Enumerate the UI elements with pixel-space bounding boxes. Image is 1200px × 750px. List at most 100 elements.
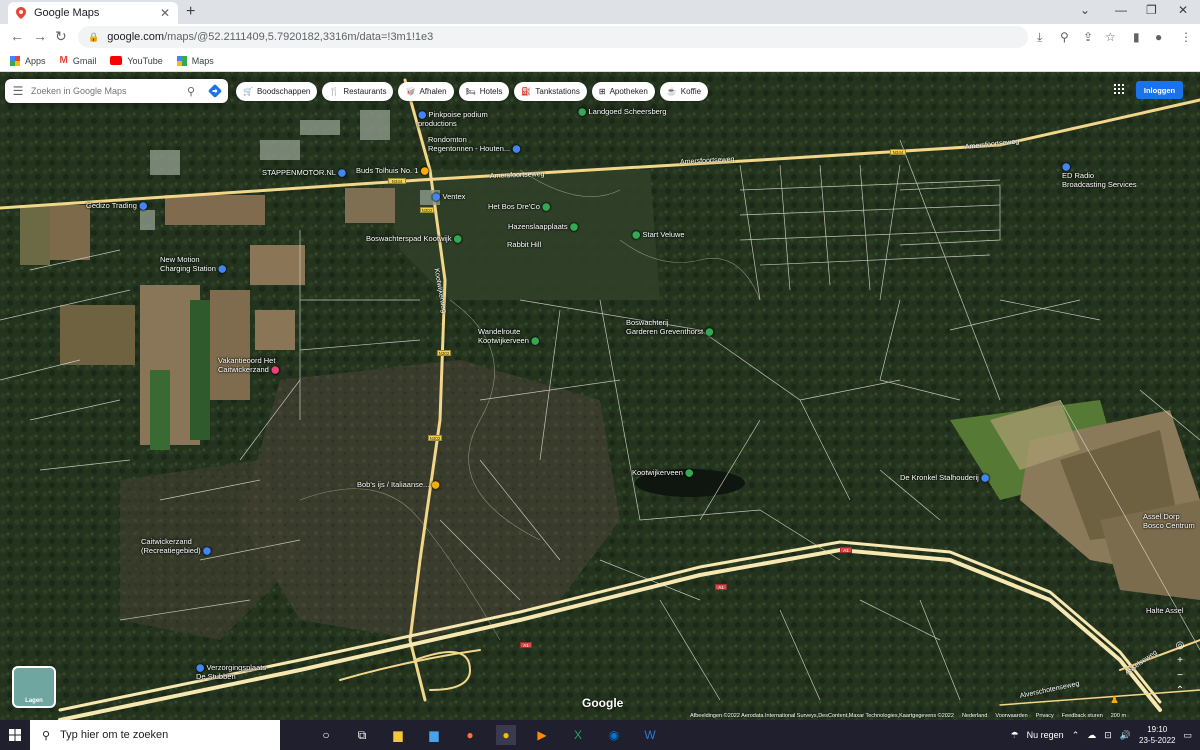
- maps-search-box[interactable]: ☰ ⚲: [5, 79, 228, 103]
- volume-icon[interactable]: 🔊: [1120, 730, 1131, 741]
- location-icon[interactable]: ◎: [1176, 640, 1185, 651]
- chip-boodschappen[interactable]: 🛒 Boodschappen: [236, 82, 318, 101]
- bookmark-maps[interactable]: Maps: [176, 55, 214, 66]
- file-explorer-icon[interactable]: ▆: [388, 725, 408, 745]
- place-label[interactable]: ⬤ Ventex: [432, 192, 465, 201]
- place-label[interactable]: Het Bos Dre'Co ⬤: [488, 202, 550, 211]
- install-icon[interactable]: ⤓: [1037, 30, 1042, 45]
- firefox-icon[interactable]: ●: [460, 725, 480, 745]
- weather-icon[interactable]: ☂: [1011, 730, 1019, 741]
- notifications-icon[interactable]: ▭: [1183, 730, 1192, 741]
- address-bar[interactable]: 🔒 google.com/maps/@52.2111409,5.7920182,…: [78, 26, 1028, 48]
- word-icon[interactable]: W: [640, 725, 660, 745]
- zoom-out-icon[interactable]: −: [1177, 670, 1183, 681]
- road-shield: A1: [715, 584, 727, 590]
- place-label[interactable]: Boswachterspad Kootwijk ⬤: [366, 234, 462, 243]
- chrome-icon[interactable]: ●: [496, 725, 516, 745]
- map-imagery: [0, 72, 1200, 720]
- bookmark-apps[interactable]: Apps: [10, 55, 46, 66]
- place-label[interactable]: Vakantieoord Het Caitwickerzand ⬤: [218, 356, 279, 374]
- browser-tab-strip: Google Maps ✕ + ⌄ — ❐ ✕: [0, 0, 1200, 24]
- chip-afhalen[interactable]: 🥡 Afhalen: [398, 82, 454, 101]
- reload-icon[interactable]: ↻: [55, 28, 67, 45]
- zoom-in-icon[interactable]: +: [1177, 655, 1183, 666]
- layers-toggle[interactable]: Lagen: [12, 666, 56, 708]
- place-label[interactable]: Boswachterij Garderen Greventhorst ⬤: [626, 318, 714, 336]
- minimize-icon[interactable]: —: [1115, 3, 1127, 17]
- search-icon: ⚲: [42, 729, 51, 742]
- place-label[interactable]: Rondomton Regentonnen - Houten... ⬤: [428, 135, 521, 153]
- maps-search-input[interactable]: [31, 86, 180, 96]
- pegman-icon[interactable]: ♟: [1110, 695, 1119, 706]
- directions-icon[interactable]: [202, 79, 228, 103]
- place-pin-icon: ⬤: [432, 192, 443, 201]
- place-label[interactable]: Wandelroute Kootwijkerveen ⬤: [478, 327, 539, 345]
- clock[interactable]: 19:10 23-5-2022: [1139, 724, 1175, 746]
- restaurant-pin-icon: ⬤: [418, 166, 429, 175]
- zoom-icon[interactable]: ⚲: [1060, 30, 1069, 44]
- close-tab-icon[interactable]: ✕: [160, 6, 170, 20]
- hamburger-menu-icon[interactable]: ☰: [5, 84, 31, 98]
- pharmacy-icon: ⊞: [598, 87, 606, 96]
- chevron-down-icon[interactable]: ⌄: [1080, 3, 1090, 17]
- excel-icon[interactable]: X: [568, 725, 588, 745]
- coffee-icon: ☕: [666, 87, 677, 96]
- browser-tab[interactable]: Google Maps ✕: [8, 2, 178, 24]
- start-button[interactable]: [0, 729, 30, 741]
- close-window-icon[interactable]: ✕: [1178, 3, 1188, 17]
- place-label[interactable]: New Motion Charging Station ⬤: [160, 255, 226, 273]
- kebab-menu-icon[interactable]: ⋮: [1180, 30, 1192, 44]
- youtube-icon: [110, 56, 123, 65]
- profile-icon[interactable]: ●: [1155, 30, 1162, 44]
- restore-icon[interactable]: ❐: [1146, 3, 1157, 17]
- chip-restaurants[interactable]: 🍴 Restaurants: [322, 82, 394, 101]
- outlook-icon[interactable]: ◉: [604, 725, 624, 745]
- bookmark-youtube[interactable]: YouTube: [110, 56, 163, 66]
- search-icon[interactable]: ⚲: [180, 85, 202, 98]
- star-icon[interactable]: ☆: [1105, 30, 1116, 44]
- back-icon[interactable]: ←: [10, 28, 24, 44]
- sidepanel-icon[interactable]: ▮: [1133, 30, 1140, 44]
- onedrive-icon[interactable]: ☁: [1087, 730, 1096, 741]
- forward-icon[interactable]: →: [33, 28, 47, 44]
- chip-hotels[interactable]: 🛏 Hotels: [458, 82, 510, 101]
- place-label[interactable]: Assel Dorp Bosco Centrum: [1143, 512, 1195, 530]
- chevron-up-icon[interactable]: ⌃: [1072, 730, 1080, 741]
- place-label[interactable]: ⬤ Start Veluwe: [632, 230, 685, 239]
- cortana-icon[interactable]: ○: [316, 725, 336, 745]
- mail-icon[interactable]: ▆: [424, 725, 444, 745]
- system-tray: ☂ Nu regen ⌃ ☁ ⊡ 🔊 19:10 23-5-2022 ▭: [1011, 720, 1192, 750]
- place-label[interactable]: STAPPENMOTOR.NL ⬤: [262, 168, 346, 177]
- place-label[interactable]: Hazenslaapplaats ⬤: [508, 222, 578, 231]
- new-tab-button[interactable]: +: [186, 3, 195, 21]
- bookmark-gmail[interactable]: M Gmail: [60, 55, 97, 66]
- url-host: google.com: [107, 31, 165, 43]
- network-icon[interactable]: ⊡: [1104, 730, 1112, 741]
- place-label[interactable]: Kootwijkerveen ⬤: [632, 468, 693, 477]
- place-label[interactable]: Buds Tolhuis No. 1 ⬤: [356, 166, 429, 175]
- place-label[interactable]: Rabbit Hill: [507, 240, 541, 249]
- road-shield: N302: [428, 435, 442, 441]
- task-view-icon[interactable]: ⧉: [352, 725, 372, 745]
- place-label[interactable]: Halte Assel: [1146, 606, 1184, 615]
- media-player-icon[interactable]: ▶: [532, 725, 552, 745]
- expand-icon[interactable]: ⌃: [1176, 685, 1184, 696]
- place-label[interactable]: ⬤ Verzorgingsplaats De Stubben: [196, 663, 266, 681]
- chip-tankstations[interactable]: ⛽ Tankstations: [514, 82, 587, 101]
- place-label[interactable]: Bob's ijs / Italiaanse... ⬤: [357, 480, 440, 489]
- chip-apotheken[interactable]: ⊞ Apotheken: [591, 82, 655, 101]
- place-label[interactable]: ⬤ ED Radio Broadcasting Services: [1062, 162, 1137, 189]
- place-label[interactable]: ⬤ Pinkpoise podium productions: [418, 110, 488, 128]
- taskbar-search[interactable]: ⚲ Typ hier om te zoeken: [30, 720, 280, 750]
- google-apps-icon[interactable]: [1114, 84, 1124, 94]
- place-label[interactable]: ⬤ Landgoed Scheersberg: [578, 107, 666, 116]
- park-pin-icon: ⬤: [578, 107, 589, 116]
- place-label[interactable]: Caitwickerzand (Recreatiegebied) ⬤: [141, 537, 211, 555]
- place-label[interactable]: De Kronkel Stalhouderij ⬤: [900, 473, 989, 482]
- signin-button[interactable]: Inloggen: [1136, 81, 1183, 99]
- place-label[interactable]: Gedizo Trading ⬤: [86, 201, 147, 210]
- weather-text[interactable]: Nu regen: [1027, 730, 1064, 740]
- chip-koffie[interactable]: ☕ Koffie: [659, 82, 709, 101]
- share-icon[interactable]: ⇪: [1083, 30, 1093, 44]
- satellite-map[interactable]: N344 N302 N302 N302 A1 A1 A1 N344 Amersf…: [0, 72, 1200, 720]
